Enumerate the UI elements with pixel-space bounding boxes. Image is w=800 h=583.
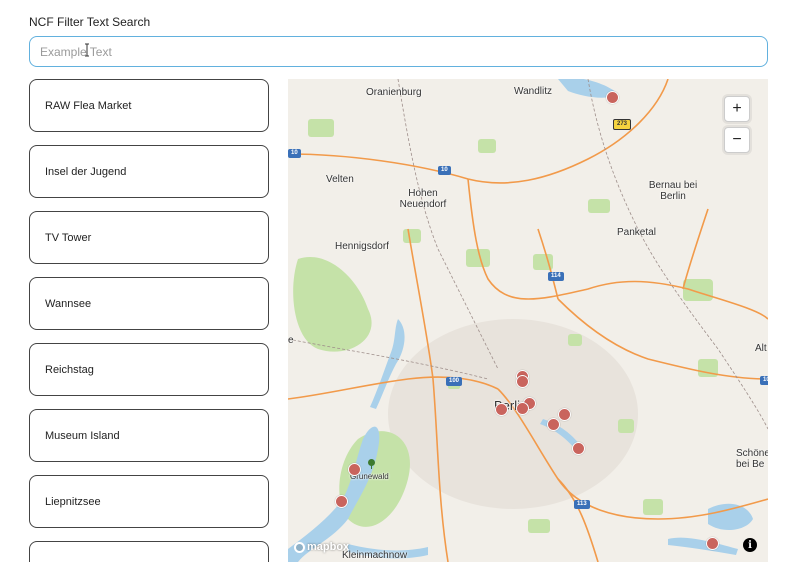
list-item-label: RAW Flea Market: [45, 99, 132, 112]
location-list: RAW Flea Market Insel der Jugend TV Towe…: [29, 79, 269, 562]
road-shield: 113: [574, 500, 590, 509]
search-label: NCF Filter Text Search: [29, 15, 151, 29]
list-item-label: Wannsee: [45, 297, 92, 310]
list-item[interactable]: Museum Island: [29, 409, 269, 462]
map-marker[interactable]: [572, 442, 585, 455]
map[interactable]: + − Oranienburg Wandlitz Velten Hohen Ne…: [288, 79, 768, 562]
map-marker[interactable]: [547, 418, 560, 431]
park-tree-icon: [368, 459, 375, 469]
info-icon[interactable]: i: [743, 538, 757, 552]
list-item[interactable]: Reichstag: [29, 343, 269, 396]
road-shield: 10: [288, 149, 301, 158]
map-marker[interactable]: [558, 408, 571, 421]
map-label: Velten: [326, 174, 354, 185]
map-marker[interactable]: [516, 375, 529, 388]
map-label: Oranienburg: [366, 87, 422, 98]
list-item[interactable]: TV Tower: [29, 211, 269, 264]
map-marker[interactable]: [606, 91, 619, 104]
mapbox-logo[interactable]: mapbox: [294, 541, 349, 553]
text-cursor-icon: [85, 43, 89, 57]
list-item-label: Museum Island: [45, 429, 120, 442]
map-marker[interactable]: [706, 537, 719, 550]
road-shield: 100: [446, 377, 463, 386]
map-marker[interactable]: [335, 495, 348, 508]
list-item[interactable]: [29, 541, 269, 562]
map-label: Hohen Neuendorf: [399, 188, 447, 210]
list-item[interactable]: Wannsee: [29, 277, 269, 330]
map-marker[interactable]: [495, 403, 508, 416]
map-label: Bernau bei Berlin: [648, 180, 698, 202]
list-item-label: Insel der Jugend: [45, 165, 127, 178]
map-label: Panketal: [617, 227, 656, 238]
list-item[interactable]: Liepnitzsee: [29, 475, 269, 528]
list-item-label: TV Tower: [45, 231, 92, 244]
list-item-label: Liepnitzsee: [45, 495, 101, 508]
road-shield: 114: [548, 272, 564, 281]
zoom-in-button[interactable]: +: [724, 96, 750, 122]
map-label: e: [288, 335, 294, 346]
search-input[interactable]: [29, 36, 768, 67]
list-item[interactable]: RAW Flea Market: [29, 79, 269, 132]
map-base: [288, 79, 768, 562]
map-label: Kleinmachnow: [342, 550, 408, 561]
list-item-label: Reichstag: [45, 363, 94, 376]
list-item[interactable]: Insel der Jugend: [29, 145, 269, 198]
map-label: Alt: [755, 343, 767, 354]
map-label: Schöne bei Be: [736, 448, 768, 470]
map-label: Hennigsdorf: [335, 241, 389, 252]
road-shield: 10: [438, 166, 451, 175]
road-shield: 10: [760, 376, 768, 385]
map-label: Wandlitz: [514, 86, 552, 97]
zoom-out-button[interactable]: −: [724, 127, 750, 153]
map-marker[interactable]: [348, 463, 361, 476]
map-marker[interactable]: [516, 402, 529, 415]
mapbox-logo-icon: [294, 541, 305, 553]
road-shield: 273: [613, 119, 632, 130]
